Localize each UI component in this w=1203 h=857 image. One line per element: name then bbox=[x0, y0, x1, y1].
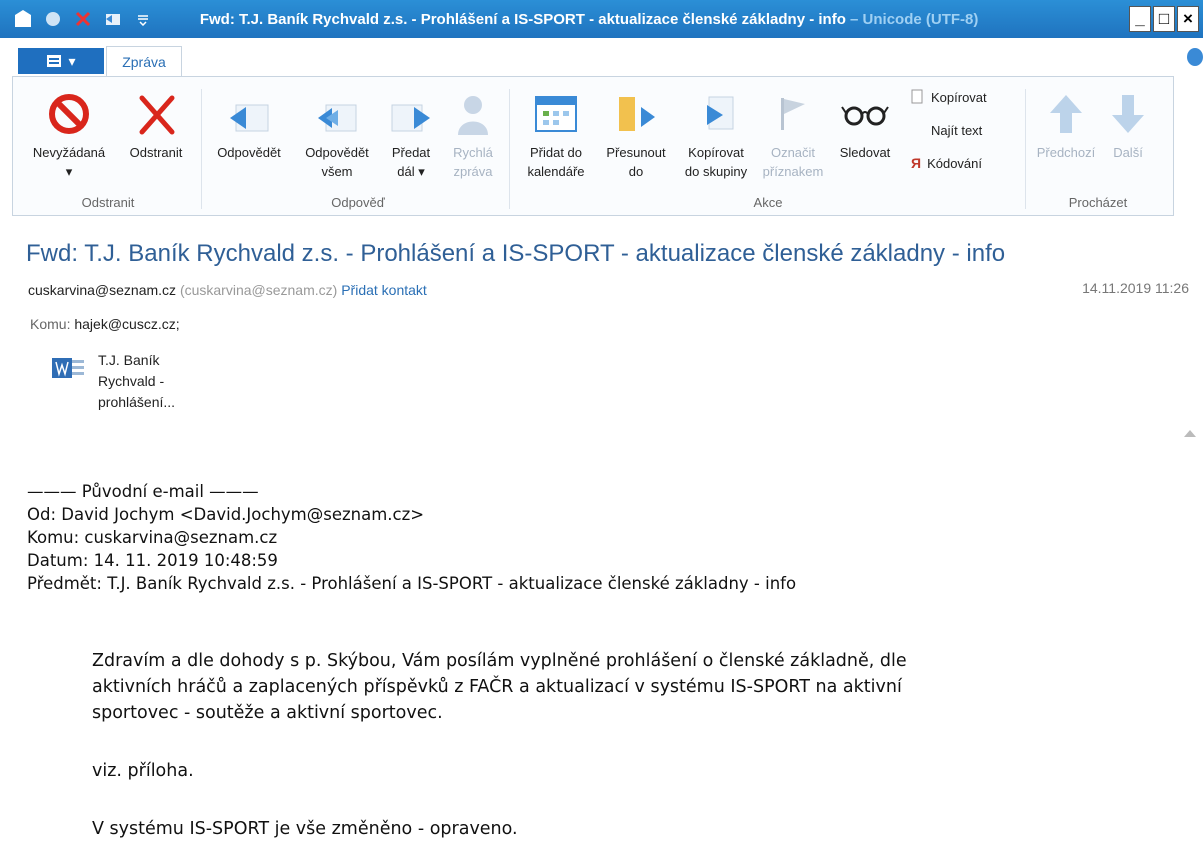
delete-x-icon bbox=[139, 95, 175, 135]
maximize-button[interactable]: □ bbox=[1153, 6, 1175, 32]
attachment-name: T.J. Baník Rychvald - prohlášení... bbox=[98, 352, 176, 410]
chevron-down-icon: ▾ bbox=[65, 164, 73, 179]
junk-button[interactable]: Nevyžádaná ▾ bbox=[23, 85, 115, 181]
group-odpoved: Odpověď bbox=[331, 195, 385, 210]
quick-message-label: Rychlá zpráva bbox=[453, 145, 493, 179]
original-to: Komu: cuskarvina@seznam.cz bbox=[27, 528, 278, 547]
calendar-icon bbox=[535, 96, 577, 132]
group-odstranit: Odstranit bbox=[81, 195, 135, 210]
flag-label: Označit příznakem bbox=[762, 145, 824, 179]
flag-button[interactable]: Označit příznakem bbox=[757, 85, 829, 181]
ribbon: Nevyžádaná ▾ Odstranit Odstranit Odpověd… bbox=[12, 76, 1174, 216]
move-to-button[interactable]: Přesunout do bbox=[597, 85, 675, 181]
group-divider bbox=[509, 89, 510, 209]
copy-group-icon bbox=[707, 96, 734, 130]
no-entry-icon bbox=[49, 94, 89, 134]
scroll-up-icon[interactable] bbox=[1183, 428, 1197, 438]
body-paragraph-1-line-1: Zdravím a dle dohody s p. Skýbou, Vám po… bbox=[92, 651, 907, 671]
next-label: Další bbox=[1113, 145, 1143, 160]
move-to-label: Přesunout do bbox=[606, 145, 666, 179]
glasses-icon bbox=[841, 106, 889, 126]
copy-label: Kopírovat bbox=[931, 89, 987, 105]
reply-all-label: Odpovědět všem bbox=[305, 145, 369, 179]
group-prochazet: Procházet bbox=[1068, 195, 1128, 210]
quick-message-button[interactable]: Rychlá zpráva bbox=[441, 85, 505, 181]
body-paragraph-3: V systému IS-SPORT je vše změněno - opra… bbox=[92, 819, 518, 839]
delete-label: Odstranit bbox=[129, 145, 183, 160]
message-subject: Fwd: T.J. Baník Rychvald z.s. - Prohláše… bbox=[26, 240, 1006, 267]
file-menu-button[interactable]: ▾ bbox=[18, 48, 104, 74]
attachment[interactable]: T.J. Baník Rychvald - prohlášení... bbox=[50, 350, 175, 413]
delete-icon[interactable] bbox=[72, 8, 94, 30]
spam-icon[interactable] bbox=[42, 8, 64, 30]
person-icon bbox=[458, 96, 488, 135]
add-to-calendar-label: Přidat do kalendáře bbox=[527, 145, 585, 179]
message-body: ——— Původní e-mail ——— Od: David Jochym … bbox=[27, 480, 796, 595]
body-paragraph-1-line-3: sportovec - soutěže a aktivní sportovec. bbox=[92, 703, 443, 723]
to-address[interactable]: hajek@cuscz.cz; bbox=[74, 316, 179, 332]
original-date: Datum: 14. 11. 2019 10:48:59 bbox=[27, 551, 278, 570]
body-paragraph-2: viz. příloha. bbox=[92, 761, 194, 781]
previous-button[interactable]: Předchozí bbox=[1029, 85, 1103, 162]
message-from: cuskarvina@seznam.cz (cuskarvina@seznam.… bbox=[28, 282, 427, 298]
original-subject: Předmět: T.J. Baník Rychvald z.s. - Proh… bbox=[27, 574, 797, 593]
word-document-icon bbox=[52, 358, 84, 378]
help-icon[interactable] bbox=[1187, 48, 1203, 66]
title-bar: Fwd: T.J. Baník Rychvald z.s. - Prohláše… bbox=[0, 0, 1203, 38]
forward-label: Předat dál ▾ bbox=[391, 145, 431, 179]
reply-icon[interactable] bbox=[102, 8, 124, 30]
encoding-icon: Я bbox=[911, 155, 922, 171]
folder-move-icon bbox=[619, 97, 655, 131]
junk-label: Nevyžádaná bbox=[32, 145, 106, 160]
add-contact-link[interactable]: Přidat kontakt bbox=[341, 282, 427, 298]
arrow-down-icon bbox=[1112, 95, 1144, 133]
reply-icon bbox=[230, 104, 269, 132]
message-to: Komu: hajek@cuscz.cz; bbox=[30, 316, 180, 332]
copy-button[interactable]: Kopírovat bbox=[911, 89, 987, 105]
tab-zprava[interactable]: Zpráva bbox=[106, 46, 182, 76]
add-to-calendar-button[interactable]: Přidat do kalendáře bbox=[515, 85, 597, 181]
close-button[interactable]: × bbox=[1177, 6, 1199, 32]
copy-to-group-label: Kopírovat do skupiny bbox=[684, 145, 748, 179]
customize-menu-icon[interactable] bbox=[132, 8, 154, 30]
ribbon-tab-row: ▾ Zpráva bbox=[0, 38, 1203, 76]
file-menu-icon bbox=[47, 55, 62, 67]
reply-label: Odpovědět bbox=[217, 145, 281, 160]
find-text-label: Najít text bbox=[931, 123, 983, 138]
forward-button[interactable]: Předat dál ▾ bbox=[381, 85, 441, 181]
original-email-header: ——— Původní e-mail ——— bbox=[27, 482, 259, 501]
body-paragraph-1-line-2: aktivních hráčů a zaplacených příspěvků … bbox=[92, 677, 902, 697]
sender-name[interactable]: cuskarvina@seznam.cz bbox=[28, 282, 176, 298]
sender-address: (cuskarvina@seznam.cz) bbox=[179, 282, 338, 298]
window-encoding: – Unicode (UTF-8) bbox=[845, 10, 979, 28]
follow-button[interactable]: Sledovat bbox=[829, 85, 901, 162]
app-icon[interactable] bbox=[12, 8, 34, 30]
to-label: Komu: bbox=[30, 316, 71, 332]
window-title: Fwd: T.J. Baník Rychvald z.s. - Prohláše… bbox=[200, 11, 1129, 28]
window-title-text: Fwd: T.J. Baník Rychvald z.s. - Prohláše… bbox=[199, 10, 846, 28]
follow-label: Sledovat bbox=[839, 145, 891, 160]
delete-button[interactable]: Odstranit bbox=[115, 85, 197, 162]
minimize-button[interactable]: _ bbox=[1129, 6, 1151, 32]
group-akce: Akce bbox=[753, 195, 783, 210]
chevron-down-icon: ▾ bbox=[68, 52, 76, 69]
quick-access-toolbar bbox=[0, 8, 200, 30]
encoding-label: Kódování bbox=[927, 155, 982, 171]
copy-to-group-button[interactable]: Kopírovat do skupiny bbox=[675, 85, 757, 181]
copy-icon bbox=[911, 89, 923, 104]
next-button[interactable]: Další bbox=[1103, 85, 1153, 162]
reply-all-icon bbox=[318, 104, 357, 132]
previous-label: Předchozí bbox=[1036, 145, 1096, 160]
group-divider bbox=[201, 89, 202, 209]
find-text-button[interactable]: Najít text bbox=[931, 123, 982, 138]
arrow-up-icon bbox=[1050, 95, 1082, 133]
reply-button[interactable]: Odpovědět bbox=[205, 85, 293, 162]
message-date: 14.11.2019 11:26 bbox=[1082, 280, 1189, 296]
group-divider bbox=[1025, 89, 1026, 209]
reply-all-button[interactable]: Odpovědět všem bbox=[293, 85, 381, 181]
original-from: Od: David Jochym <David.Jochym@seznam.cz… bbox=[27, 505, 425, 524]
encoding-button[interactable]: Я Kódování bbox=[911, 155, 982, 171]
forward-icon bbox=[391, 104, 430, 132]
flag-icon bbox=[781, 98, 805, 130]
